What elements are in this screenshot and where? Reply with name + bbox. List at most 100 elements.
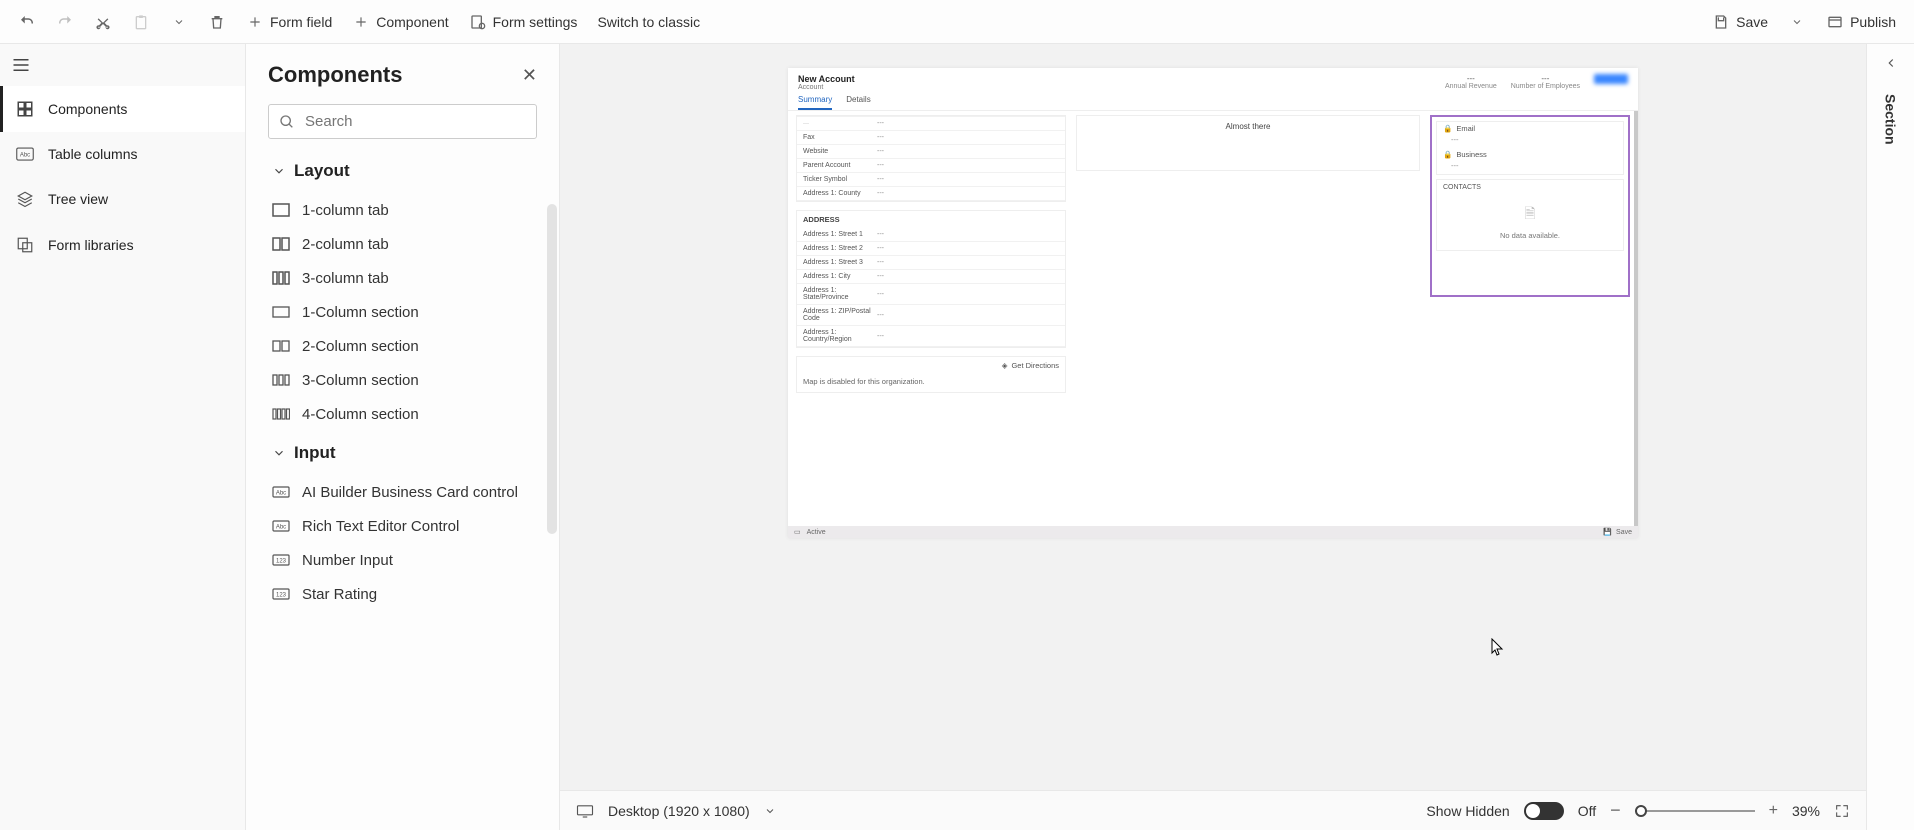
comp-label: Star Rating xyxy=(302,586,377,603)
form-preview[interactable]: New Account Account ---Annual Revenue --… xyxy=(788,68,1638,538)
show-hidden-label: Show Hidden xyxy=(1426,803,1509,819)
tab-details[interactable]: Details xyxy=(846,95,870,110)
field-value: --- xyxy=(877,333,884,340)
field-row[interactable]: Address 1: Country/Region--- xyxy=(797,326,1065,347)
paste-icon xyxy=(132,13,150,31)
nav-components[interactable]: Components xyxy=(0,86,245,132)
form-scrollbar[interactable] xyxy=(1634,111,1638,526)
show-hidden-toggle[interactable] xyxy=(1524,802,1564,820)
field-label: Website xyxy=(803,148,877,155)
publish-icon xyxy=(1826,13,1844,31)
paste-dropdown[interactable] xyxy=(162,7,196,37)
directions-icon: ◈ xyxy=(1002,361,1008,370)
no-data-label: No data available. xyxy=(1500,231,1560,240)
comp-rich-text-editor[interactable]: Abc Rich Text Editor Control xyxy=(246,509,553,543)
field-row[interactable]: Address 1: County--- xyxy=(797,187,1065,201)
comp-number-input[interactable]: 123 Number Input xyxy=(246,543,553,577)
nav-tree-view[interactable]: Tree view xyxy=(0,176,245,222)
field-row[interactable]: Address 1: Street 3--- xyxy=(797,256,1065,270)
zoom-out-button[interactable]: − xyxy=(1610,800,1621,821)
owner-blotch xyxy=(1594,74,1628,84)
comp-label: 2-Column section xyxy=(302,338,419,355)
address-card[interactable]: ADDRESS Address 1: Street 1---Address 1:… xyxy=(796,210,1066,348)
search-input-wrap[interactable] xyxy=(268,104,537,139)
field-label: Address 1: Country/Region xyxy=(803,329,877,343)
nav-table-columns[interactable]: Abc Table columns xyxy=(0,132,245,176)
number-icon: 123 xyxy=(272,551,290,569)
zoom-slider[interactable] xyxy=(1635,810,1755,812)
selected-section[interactable]: 🔒Email --- 🔒Business --- CONTACTS 🗎 No d… xyxy=(1430,115,1630,297)
group-input-header[interactable]: Input xyxy=(246,431,553,475)
field-row[interactable]: Ticker Symbol--- xyxy=(797,173,1065,187)
viewport-dropdown[interactable] xyxy=(764,805,776,817)
nav-form-libraries[interactable]: Form libraries xyxy=(0,222,245,268)
close-panel-button[interactable]: ✕ xyxy=(522,65,537,86)
hamburger-button[interactable] xyxy=(0,44,245,86)
field-label: Parent Account xyxy=(803,162,877,169)
switch-classic-label: Switch to classic xyxy=(597,14,700,30)
group-input-title: Input xyxy=(294,443,336,463)
viewport-label[interactable]: Desktop (1920 x 1080) xyxy=(608,803,750,819)
one-column-section-icon xyxy=(272,303,290,321)
abc-icon: Abc xyxy=(16,147,34,161)
comp-3-column-tab[interactable]: 3-column tab xyxy=(246,261,553,295)
comp-ai-business-card[interactable]: Abc AI Builder Business Card control xyxy=(246,475,553,509)
get-directions-label[interactable]: Get Directions xyxy=(1011,361,1059,370)
chevron-down-icon xyxy=(272,164,286,178)
cut-button[interactable] xyxy=(86,7,120,37)
add-component-button[interactable]: Component xyxy=(344,7,456,37)
svg-text:Abc: Abc xyxy=(20,152,30,158)
comp-4-column-section[interactable]: 4-Column section xyxy=(246,397,553,431)
status-save[interactable]: Save xyxy=(1616,529,1632,536)
save-button[interactable]: Save xyxy=(1704,7,1776,37)
fit-to-screen-button[interactable] xyxy=(1834,803,1850,819)
comp-1-column-tab[interactable]: 1-column tab xyxy=(246,193,553,227)
tab-summary[interactable]: Summary xyxy=(798,95,832,110)
comp-label: 1-Column section xyxy=(302,304,419,321)
form-settings-button[interactable]: Form settings xyxy=(461,7,586,37)
zoom-in-button[interactable]: + xyxy=(1769,802,1778,820)
field-value: --- xyxy=(877,291,884,298)
field-row[interactable]: Fax--- xyxy=(797,131,1065,145)
save-dropdown[interactable] xyxy=(1780,7,1814,37)
field-row[interactable]: Address 1: ZIP/Postal Code--- xyxy=(797,305,1065,326)
field-row[interactable]: Website--- xyxy=(797,145,1065,159)
comp-label: 3-column tab xyxy=(302,270,389,287)
two-column-tab-icon xyxy=(272,235,290,253)
form-field-label: Form field xyxy=(270,14,332,30)
comp-2-column-tab[interactable]: 2-column tab xyxy=(246,227,553,261)
redo-button[interactable] xyxy=(48,7,82,37)
field-value: --- xyxy=(877,273,884,280)
status-icon: ▭ xyxy=(794,528,801,536)
field-row[interactable]: Address 1: Street 1--- xyxy=(797,228,1065,242)
add-form-field-button[interactable]: Form field xyxy=(238,7,340,37)
delete-button[interactable] xyxy=(200,7,234,37)
field-row[interactable]: Address 1: State/Province--- xyxy=(797,284,1065,305)
publish-button[interactable]: Publish xyxy=(1818,7,1904,37)
expand-pane-button[interactable] xyxy=(1884,44,1898,82)
paste-button[interactable] xyxy=(124,7,158,37)
panel-title: Components xyxy=(268,62,402,88)
layers-icon xyxy=(16,190,34,208)
field-row[interactable]: Address 1: City--- xyxy=(797,270,1065,284)
save-footer-icon: 💾 xyxy=(1603,528,1612,536)
map-disabled-note: Map is disabled for this organization. xyxy=(797,374,1065,392)
map-card[interactable]: ◈ Get Directions Map is disabled for thi… xyxy=(796,356,1066,393)
panel-scrollbar[interactable] xyxy=(547,204,557,534)
upper-rows-card[interactable]: —--- Fax---Website---Parent Account---Ti… xyxy=(796,115,1066,202)
field-label: Address 1: Street 2 xyxy=(803,245,877,252)
field-row[interactable]: Address 1: Street 2--- xyxy=(797,242,1065,256)
undo-button[interactable] xyxy=(10,7,44,37)
field-row[interactable]: Parent Account--- xyxy=(797,159,1065,173)
comp-3-column-section[interactable]: 3-Column section xyxy=(246,363,553,397)
form-libraries-icon xyxy=(16,236,34,254)
chevron-down-icon xyxy=(272,446,286,460)
group-layout-title: Layout xyxy=(294,161,350,181)
switch-classic-button[interactable]: Switch to classic xyxy=(589,8,708,36)
comp-2-column-section[interactable]: 2-Column section xyxy=(246,329,553,363)
comp-1-column-section[interactable]: 1-Column section xyxy=(246,295,553,329)
trash-icon xyxy=(208,13,226,31)
comp-star-rating[interactable]: 123 Star Rating xyxy=(246,577,553,611)
group-layout-header[interactable]: Layout xyxy=(246,149,553,193)
search-input[interactable] xyxy=(305,113,526,130)
